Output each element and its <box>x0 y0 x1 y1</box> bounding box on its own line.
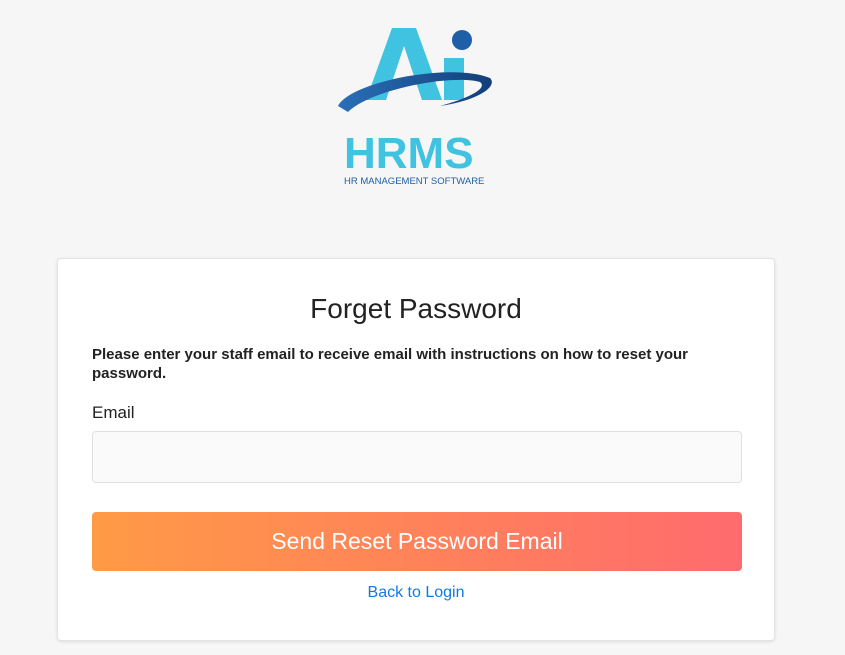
hrms-logo: HRMS HR MANAGEMENT SOFTWARE <box>330 20 510 190</box>
send-reset-email-button[interactable]: Send Reset Password Email <box>92 512 742 571</box>
forgot-password-card: Forget Password Please enter your staff … <box>57 258 775 641</box>
forgot-password-page: HRMS HR MANAGEMENT SOFTWARE Forget Passw… <box>0 0 845 655</box>
instructions-text: Please enter your staff email to receive… <box>92 346 689 382</box>
logo-brand-name: HRMS <box>344 129 474 178</box>
hrms-logo-graphic: HRMS HR MANAGEMENT SOFTWARE <box>338 28 492 187</box>
page-title: Forget Password <box>310 293 522 324</box>
email-input[interactable] <box>92 431 742 483</box>
back-to-login-link[interactable]: Back to Login <box>58 584 774 602</box>
email-label: Email <box>92 403 135 422</box>
logo-tagline: HR MANAGEMENT SOFTWARE <box>344 176 484 187</box>
